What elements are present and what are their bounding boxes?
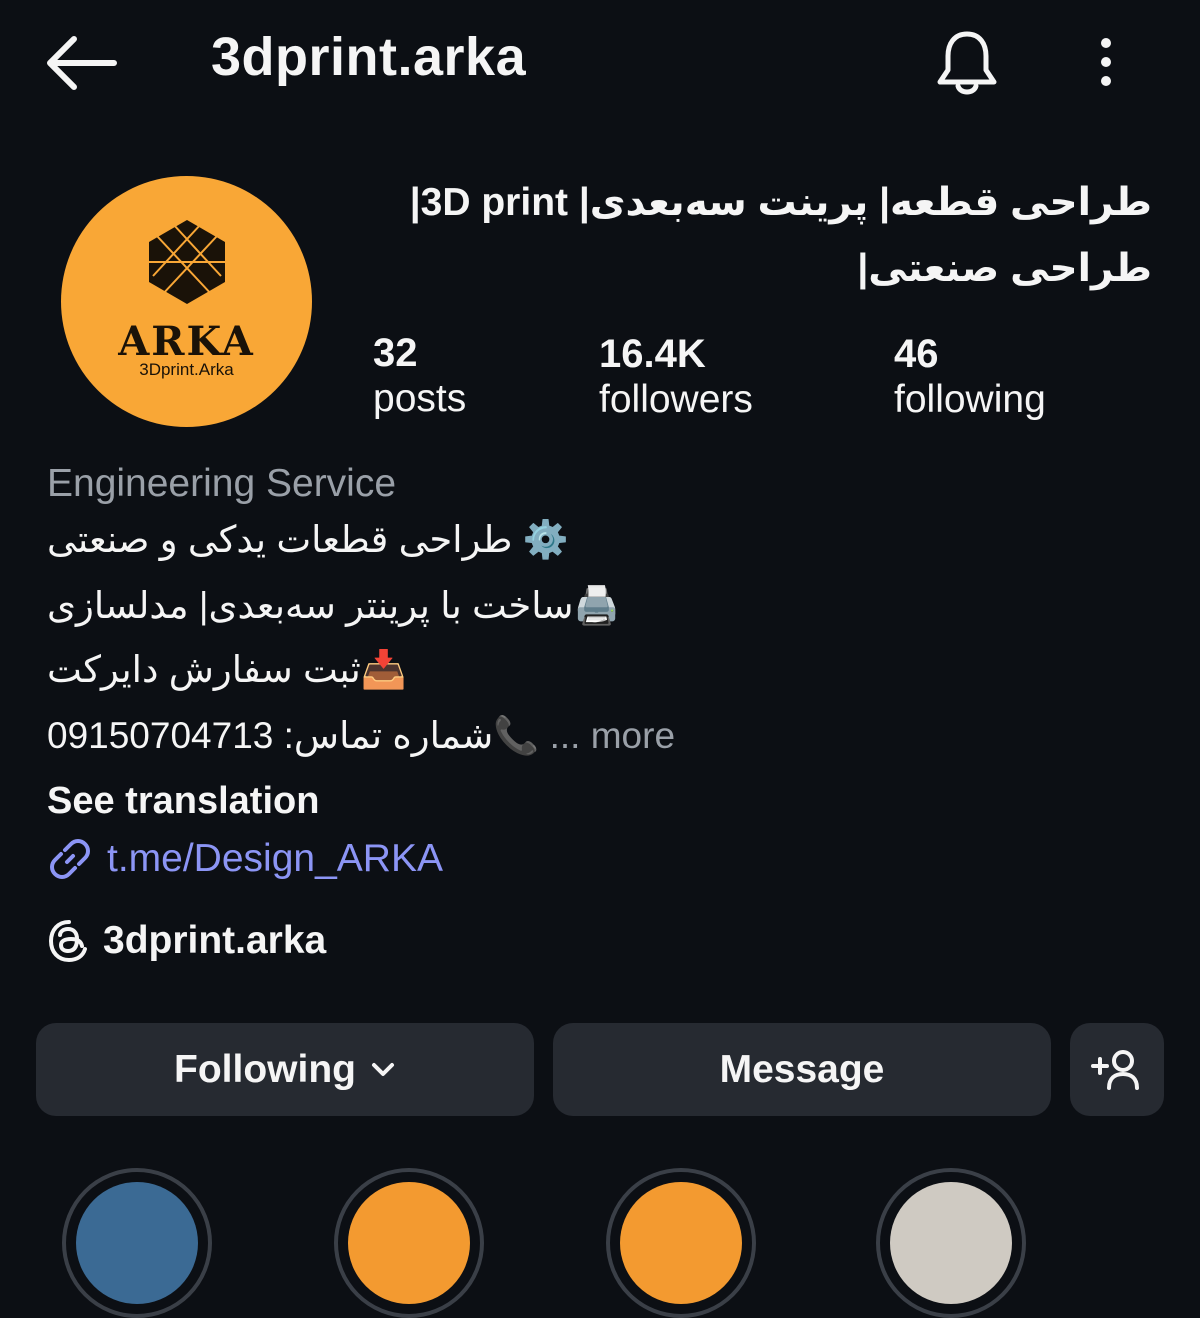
see-translation-link[interactable]: See translation	[47, 780, 319, 823]
arka-logo-icon	[149, 220, 225, 304]
posts-count: 32	[373, 331, 418, 375]
avatar-brand: ARKA	[118, 318, 255, 365]
following-button-label: Following	[174, 1047, 356, 1091]
threads-badge[interactable]: 3dprint.arka	[47, 916, 326, 966]
story-highlight[interactable]	[606, 1168, 756, 1318]
more-vertical-icon	[1101, 38, 1111, 86]
profile-full-name: طراحی قطعه| پرینت سه‌بعدی| 3D print| طرا…	[409, 181, 1152, 290]
back-button[interactable]	[44, 30, 120, 96]
message-button[interactable]: Message	[553, 1023, 1051, 1116]
bio-more-link[interactable]: ... more	[550, 715, 675, 756]
story-highlight[interactable]	[876, 1168, 1026, 1318]
followers-count: 16.4K	[599, 332, 706, 376]
posts-label: posts	[373, 377, 467, 420]
bio-line: 📞شماره تماس: 09150704713	[47, 715, 540, 756]
profile-category: Engineering Service	[47, 462, 397, 505]
stat-posts[interactable]: 32 posts	[373, 330, 466, 422]
external-link-text: t.me/Design_ARKA	[107, 837, 443, 880]
story-highlight[interactable]	[62, 1168, 212, 1318]
avatar-handle: 3Dprint.Arka	[139, 360, 234, 379]
add-person-icon	[1091, 1049, 1139, 1090]
bio-line: 📥ثبت سفارش دایرکت	[47, 649, 407, 690]
add-user-button[interactable]	[1070, 1023, 1164, 1116]
bio-last-line: 📞شماره تماس: 09150704713 ... more	[47, 714, 675, 758]
stat-following[interactable]: 46 following	[894, 331, 1046, 423]
more-options-button[interactable]	[1086, 36, 1126, 88]
avatar[interactable]: ARKA 3Dprint.Arka	[61, 176, 312, 427]
story-highlight[interactable]	[334, 1168, 484, 1318]
following-label: following	[894, 378, 1046, 421]
page-title: 3dprint.arka	[211, 27, 527, 87]
threads-icon	[48, 920, 87, 963]
bell-icon	[937, 31, 997, 95]
chevron-down-icon	[371, 1062, 394, 1076]
stat-followers[interactable]: 16.4K followers	[599, 331, 753, 423]
followers-label: followers	[599, 378, 753, 421]
bio-line: ⚙️ طراحی قطعات یدکی و صنعتی	[47, 519, 569, 560]
bio-line: 🖨️ساخت با پرینتر سه‌بعدی| مدلسازی	[47, 585, 620, 626]
external-link[interactable]: t.me/Design_ARKA	[47, 834, 443, 884]
following-button[interactable]: Following	[36, 1023, 534, 1116]
threads-username: 3dprint.arka	[103, 919, 327, 962]
following-count: 46	[894, 332, 939, 376]
link-icon	[50, 839, 90, 879]
arrow-left-icon	[47, 36, 117, 90]
notifications-button[interactable]	[934, 28, 1000, 98]
